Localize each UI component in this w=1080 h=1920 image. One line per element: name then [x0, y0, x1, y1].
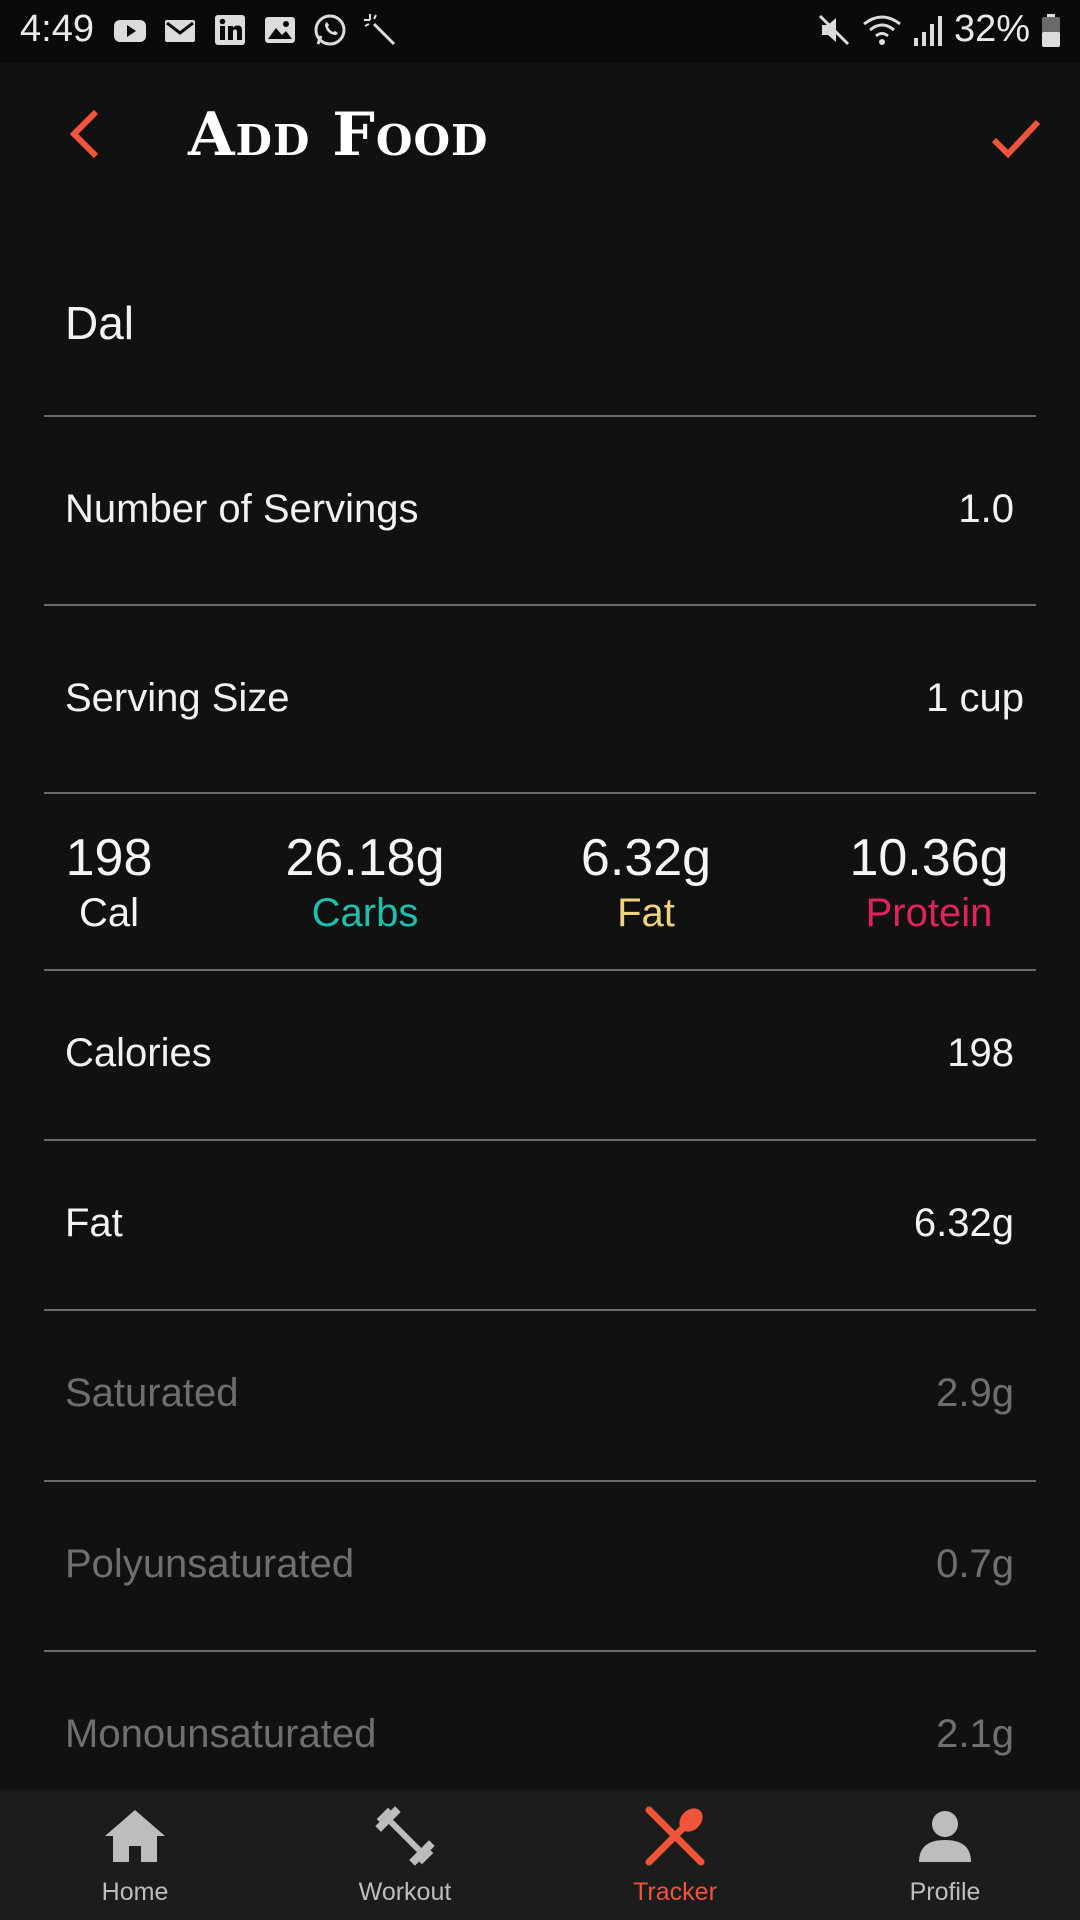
nutrient-row-saturated: Saturated 2.9g: [44, 1311, 1036, 1482]
gallery-icon: [265, 17, 295, 43]
macro-calories-label: Cal: [78, 891, 140, 935]
bottom-navigation: Home Workout Tracker Profile: [0, 1790, 1080, 1920]
battery-icon: [1042, 13, 1060, 47]
mute-icon: [818, 14, 849, 45]
nav-profile-label: Profile: [909, 1878, 981, 1906]
utensils-icon: [645, 1806, 705, 1866]
macro-carbs-label: Carbs: [311, 891, 419, 935]
battery-percent: 32%: [953, 8, 1030, 50]
nutrient-value: 2.9g: [936, 1371, 1014, 1415]
nutrient-value: 6.32g: [913, 1201, 1014, 1245]
nutrient-label: Calories: [65, 1031, 212, 1075]
servings-row[interactable]: Number of Servings 1.0: [44, 417, 1036, 606]
macro-fat-label: Fat: [617, 891, 675, 935]
macro-carbs-value: 26.18g: [285, 829, 445, 887]
nav-workout[interactable]: Workout: [270, 1790, 540, 1920]
nav-home-label: Home: [101, 1878, 169, 1906]
nutrient-value: 198: [947, 1031, 1014, 1075]
youtube-icon: [114, 20, 146, 42]
nutrient-value: 0.7g: [936, 1542, 1014, 1586]
dumbbell-icon: [375, 1806, 435, 1866]
nav-tracker[interactable]: Tracker: [540, 1790, 810, 1920]
servings-value[interactable]: 1.0: [958, 487, 1014, 532]
macro-carbs: 26.18g Carbs: [280, 828, 450, 938]
serving-size-row[interactable]: Serving Size 1 cup: [44, 606, 1036, 794]
nutrient-label: Saturated: [65, 1371, 239, 1415]
nav-tracker-label: Tracker: [633, 1878, 717, 1906]
signal-icon: [913, 15, 942, 46]
person-icon: [919, 1811, 971, 1862]
macro-calories: 198 Cal: [64, 828, 154, 938]
macro-calories-value: 198: [65, 829, 153, 887]
nutrient-value: 2.1g: [936, 1712, 1014, 1756]
nav-workout-label: Workout: [358, 1878, 452, 1906]
whatsapp-icon: [314, 14, 346, 46]
app-header: Add Food: [0, 62, 1080, 212]
page-title: Add Food: [188, 100, 489, 170]
status-time: 4:49: [20, 8, 94, 50]
notification-icons: [112, 12, 398, 48]
macro-protein: 10.36g Protein: [844, 828, 1014, 938]
servings-label: Number of Servings: [65, 487, 419, 531]
macro-summary: 198 Cal 26.18g Carbs 6.32g Fat 10.36g Pr…: [44, 794, 1036, 971]
nutrient-label: Monounsaturated: [65, 1712, 377, 1756]
nutrient-row-polyunsaturated: Polyunsaturated 0.7g: [44, 1482, 1036, 1652]
nutrient-row-calories: Calories 198: [44, 971, 1036, 1141]
serving-size-label: Serving Size: [65, 676, 290, 720]
status-bar: 4:49 32%: [0, 0, 1080, 62]
nav-profile[interactable]: Profile: [810, 1790, 1080, 1920]
confirm-check-icon[interactable]: [990, 112, 1042, 164]
macro-fat: 6.32g Fat: [576, 828, 716, 938]
back-icon[interactable]: [62, 104, 112, 164]
home-icon: [105, 1810, 165, 1862]
nutrient-row-monounsaturated: Monounsaturated 2.1g: [44, 1652, 1036, 1790]
nav-home[interactable]: Home: [0, 1790, 270, 1920]
food-name-row: Dal: [44, 212, 1036, 417]
food-name: Dal: [65, 297, 135, 349]
nutrient-label: Fat: [65, 1201, 123, 1245]
nutrient-label: Polyunsaturated: [65, 1542, 355, 1586]
wifi-icon: [863, 15, 901, 45]
macro-protein-value: 10.36g: [849, 829, 1009, 887]
linkedin-icon: [215, 15, 245, 45]
macro-protein-label: Protein: [865, 891, 993, 935]
gmail-icon: [165, 20, 195, 42]
macro-fat-value: 6.32g: [580, 829, 712, 887]
serving-size-value[interactable]: 1 cup: [926, 676, 1024, 721]
magic-wand-icon: [364, 14, 396, 46]
nutrient-row-fat: Fat 6.32g: [44, 1141, 1036, 1311]
system-status: 32%: [816, 8, 1062, 51]
